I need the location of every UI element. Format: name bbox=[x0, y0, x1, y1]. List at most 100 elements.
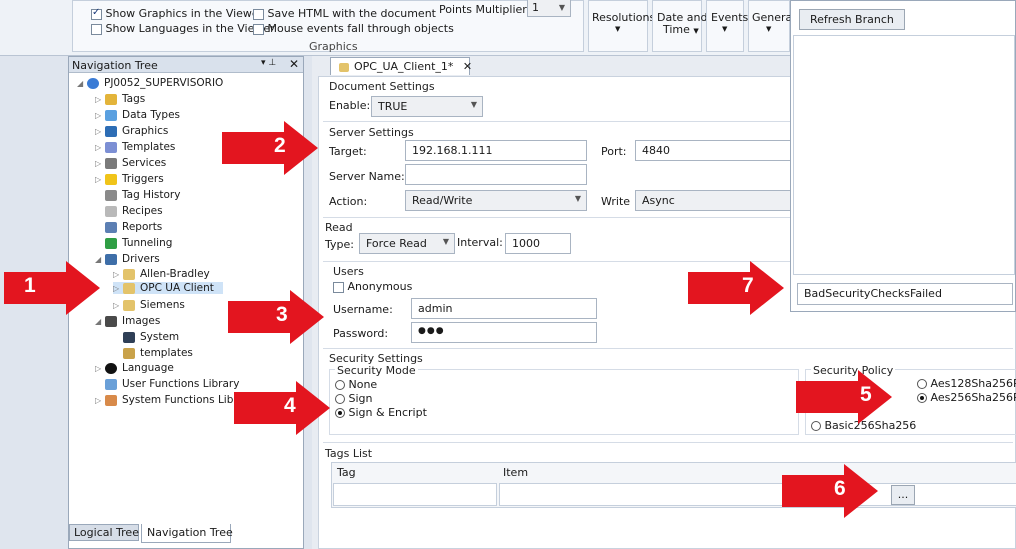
chevron-down-icon: ▼ bbox=[574, 194, 581, 203]
show-languages-checkbox[interactable] bbox=[91, 23, 102, 35]
tree-item-siemens[interactable]: ▷ Siemens bbox=[113, 299, 185, 311]
mode-sign-encript-option[interactable]: Sign & Encript bbox=[335, 406, 427, 419]
collapse-icon: ▷ bbox=[95, 111, 102, 120]
policy-aes256-option[interactable]: Aes256Sha256Rs bbox=[917, 391, 1016, 404]
password-label: Password: bbox=[333, 327, 389, 340]
expand-icon: ◢ bbox=[77, 79, 84, 88]
refresh-branch-button[interactable]: Refresh Branch bbox=[799, 9, 905, 30]
graphics-monitor-icon bbox=[105, 125, 117, 137]
tags-list-heading: Tags List bbox=[325, 447, 373, 460]
mode-none-radio[interactable] bbox=[335, 380, 345, 390]
mode-none-label: None bbox=[348, 378, 378, 391]
tab-navigation-tree-label: Navigation Tree bbox=[147, 526, 233, 539]
templates-icon bbox=[105, 141, 117, 153]
library-icon bbox=[105, 378, 117, 390]
save-html-label: Save HTML with the document bbox=[267, 7, 437, 20]
read-type-value: Force Read bbox=[366, 237, 427, 250]
browse-popup: Refresh Branch BadSecurityChecksFailed bbox=[790, 0, 1016, 312]
tab-opc-ua-client[interactable]: OPC_UA_Client_1* ✕ bbox=[330, 57, 472, 75]
close-icon[interactable]: ✕ bbox=[289, 57, 299, 71]
policy-aes128-option[interactable]: Aes128Sha256Rs bbox=[917, 377, 1016, 390]
save-html-option[interactable]: Save HTML with the document bbox=[253, 7, 436, 20]
points-multipliers-value: 1 bbox=[532, 1, 539, 14]
tree-item-label: Language bbox=[122, 362, 174, 374]
mode-sign-radio[interactable] bbox=[335, 394, 345, 404]
policy-aes256-radio[interactable] bbox=[917, 393, 927, 403]
tree-item-allen-bradley[interactable]: ▷ Allen-Bradley bbox=[113, 268, 210, 280]
resolutions-button[interactable]: Resolutions ▼ bbox=[588, 0, 655, 52]
events-button[interactable]: Events ▼ bbox=[706, 0, 748, 52]
tree-item-services[interactable]: ▷ Services bbox=[95, 157, 166, 169]
show-graphics-checkbox[interactable] bbox=[91, 7, 102, 20]
annotation-arrow-5: 5 bbox=[796, 370, 892, 424]
tree-item-graphics[interactable]: ▷ Graphics bbox=[95, 125, 168, 137]
password-input[interactable]: ●●● bbox=[411, 322, 597, 343]
port-input[interactable]: 4840 bbox=[635, 140, 805, 161]
tab-logical-tree[interactable]: Logical Tree bbox=[69, 524, 139, 541]
tree-item-tag-history[interactable]: Tag History bbox=[105, 189, 180, 201]
tab-title: OPC_UA_Client_1* bbox=[354, 60, 454, 73]
tree-item-templates-images[interactable]: templates bbox=[123, 347, 193, 359]
mode-sign-encript-radio[interactable] bbox=[335, 408, 345, 418]
tree-item-tags[interactable]: ▷ Tags bbox=[95, 93, 145, 105]
tree-item-label: Recipes bbox=[122, 205, 163, 217]
tag-cell[interactable] bbox=[333, 483, 497, 506]
folder-icon bbox=[123, 299, 135, 311]
pin-menu-icon[interactable]: ▾ ⊥ bbox=[261, 58, 276, 68]
tree-item-system-functions[interactable]: ▷ System Functions Library bbox=[95, 394, 255, 406]
refresh-branch-label: Refresh Branch bbox=[810, 13, 894, 26]
collapse-icon: ▷ bbox=[95, 127, 102, 136]
interval-input[interactable]: 1000 bbox=[505, 233, 571, 254]
chevron-down-icon: ▼ bbox=[693, 27, 699, 35]
tree-item-templates[interactable]: ▷ Templates bbox=[95, 141, 175, 153]
document-settings-heading: Document Settings bbox=[329, 80, 435, 93]
anonymous-checkbox[interactable] bbox=[333, 281, 344, 293]
tree-item-drivers[interactable]: ◢ Drivers bbox=[95, 253, 160, 265]
date-time-button[interactable]: Date and Time ▼ bbox=[652, 0, 707, 52]
tree-item-label: Templates bbox=[122, 141, 176, 153]
tree-item-recipes[interactable]: Recipes bbox=[105, 205, 163, 217]
tree-item-opc-ua-client[interactable]: ▷ OPC UA Client bbox=[113, 282, 223, 294]
show-graphics-option[interactable]: Show Graphics in the Viewer bbox=[91, 7, 263, 20]
folder-icon bbox=[339, 62, 349, 72]
browse-tree-list[interactable] bbox=[793, 35, 1015, 275]
tree-item-data-types[interactable]: ▷ Data Types bbox=[95, 109, 180, 121]
tree-item-images[interactable]: ◢ Images bbox=[95, 315, 160, 327]
write-value: Async bbox=[642, 194, 675, 207]
tree-item-user-functions[interactable]: User Functions Library bbox=[105, 378, 239, 390]
read-type-select[interactable]: Force Read ▼ bbox=[359, 233, 455, 254]
interval-label: Interval: bbox=[457, 236, 503, 249]
tab-navigation-tree[interactable]: Navigation Tree bbox=[141, 524, 233, 543]
policy-aes128-radio[interactable] bbox=[917, 379, 927, 389]
browse-item-button[interactable]: ... bbox=[891, 485, 915, 505]
mouse-events-checkbox[interactable] bbox=[253, 23, 264, 35]
tree-item-system[interactable]: System bbox=[123, 331, 179, 343]
annotation-number-5: 5 bbox=[860, 383, 872, 406]
save-html-checkbox[interactable] bbox=[253, 8, 264, 20]
action-select[interactable]: Read/Write ▼ bbox=[405, 190, 587, 211]
item-cell[interactable] bbox=[499, 483, 1016, 506]
username-input[interactable]: admin bbox=[411, 298, 597, 319]
folder-icon bbox=[123, 268, 135, 280]
write-label: Write bbox=[601, 195, 631, 208]
points-multipliers-select[interactable]: 1 ▼ bbox=[527, 0, 571, 17]
write-select[interactable]: Async bbox=[635, 190, 805, 211]
tree-item-tunneling[interactable]: Tunneling bbox=[105, 237, 172, 249]
close-icon[interactable]: ✕ bbox=[463, 60, 472, 73]
mouse-events-option[interactable]: Mouse events fall through objects bbox=[253, 22, 454, 35]
mode-none-option[interactable]: None bbox=[335, 378, 377, 391]
mode-sign-option[interactable]: Sign bbox=[335, 392, 373, 405]
enable-select[interactable]: TRUE ▼ bbox=[371, 96, 483, 117]
general-label: General bbox=[752, 11, 796, 24]
show-languages-option[interactable]: Show Languages in the Viewer bbox=[91, 22, 275, 35]
general-button[interactable]: General ▼ bbox=[748, 0, 795, 52]
tree-root[interactable]: ◢ PJ0052_SUPERVISORIO bbox=[77, 77, 223, 89]
anonymous-option[interactable]: Anonymous bbox=[333, 280, 412, 293]
tree-item-triggers[interactable]: ▷ Triggers bbox=[95, 173, 164, 185]
server-name-input[interactable] bbox=[405, 164, 587, 185]
anonymous-label: Anonymous bbox=[347, 280, 413, 293]
tree-item-reports[interactable]: Reports bbox=[105, 221, 162, 233]
target-input[interactable]: 192.168.1.111 bbox=[405, 140, 587, 161]
divider bbox=[323, 442, 1013, 443]
tree-item-language[interactable]: ▷ Language bbox=[95, 362, 174, 374]
